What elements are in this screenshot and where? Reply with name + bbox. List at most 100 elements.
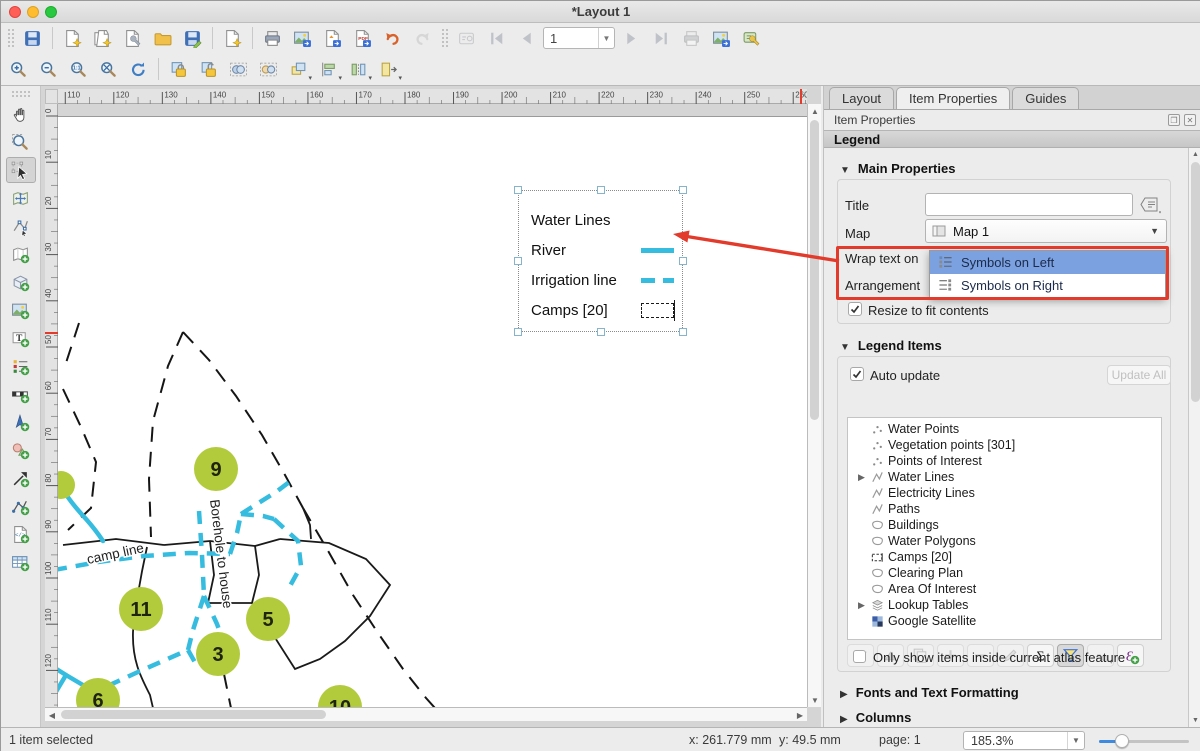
- atlas-page-combo[interactable]: 1▼: [543, 27, 615, 49]
- legend-items-tree[interactable]: Water PointsVegetation points [301]Point…: [847, 417, 1162, 640]
- zoom-full-button[interactable]: [95, 56, 122, 82]
- group-items-button[interactable]: [225, 56, 252, 82]
- canvas-horizontal-scrollbar[interactable]: ◀ ▶: [45, 707, 807, 721]
- selection-handle[interactable]: [514, 186, 522, 194]
- scroll-up-arrow[interactable]: ▲: [808, 104, 822, 118]
- layout-page[interactable]: 91153610 camp lineBorehole to house Wate…: [58, 116, 807, 707]
- add-arrow-button[interactable]: [6, 465, 36, 491]
- float-panel-icon[interactable]: ❐: [1168, 114, 1180, 126]
- layout-manager-button[interactable]: [119, 25, 146, 51]
- legend-tree-item[interactable]: Camps [20]: [848, 549, 1161, 565]
- tab-guides[interactable]: Guides: [1012, 87, 1079, 109]
- atlas-filter-checkbox[interactable]: [853, 650, 866, 663]
- move-item-content-tool-button[interactable]: [6, 185, 36, 211]
- add-html-button[interactable]: </>: [6, 521, 36, 547]
- scroll-right-arrow[interactable]: ▶: [793, 708, 807, 722]
- scroll-down-arrow[interactable]: ▼: [808, 693, 822, 707]
- selection-handle[interactable]: [679, 328, 687, 336]
- canvas-vertical-scrollbar[interactable]: ▲ ▼: [807, 104, 821, 707]
- pan-layout-tool-button[interactable]: [6, 101, 36, 127]
- legend-tree-item[interactable]: Electricity Lines: [848, 485, 1161, 501]
- add-map-button[interactable]: [6, 241, 36, 267]
- new-layout-button[interactable]: [59, 25, 86, 51]
- map-item[interactable]: 91153610 camp lineBorehole to house: [58, 117, 807, 707]
- zoom-slider[interactable]: [1099, 740, 1189, 743]
- zoom-slider-knob[interactable]: [1115, 734, 1129, 748]
- lock-selected-items-button[interactable]: [165, 56, 192, 82]
- legend-items-header[interactable]: ▼Legend Items: [840, 338, 942, 353]
- add-picture-button[interactable]: [6, 297, 36, 323]
- zoom-tool-button[interactable]: [6, 129, 36, 155]
- add-scalebar-button[interactable]: [6, 381, 36, 407]
- legend-tree-item[interactable]: Area Of Interest: [848, 581, 1161, 597]
- add-3d-map-button[interactable]: [6, 269, 36, 295]
- main-properties-header[interactable]: ▼Main Properties: [840, 161, 955, 176]
- zoom-in-button[interactable]: [5, 56, 32, 82]
- zoom-actual-button[interactable]: 1:1: [65, 56, 92, 82]
- export-pdf-button[interactable]: PDF: [349, 25, 376, 51]
- legend-tree-item[interactable]: Paths: [848, 501, 1161, 517]
- save-as-template-button[interactable]: [179, 25, 206, 51]
- expand-arrow-icon[interactable]: ▶: [858, 600, 870, 611]
- close-panel-icon[interactable]: ✕: [1184, 114, 1196, 126]
- map-select-combo[interactable]: Map 1 ▼: [925, 219, 1167, 243]
- expand-arrow-icon[interactable]: ▶: [858, 472, 870, 483]
- refresh-view-button[interactable]: [125, 56, 152, 82]
- tab-layout[interactable]: Layout: [829, 87, 894, 109]
- undo-button[interactable]: [379, 25, 406, 51]
- atlas-settings-button[interactable]: [738, 25, 765, 51]
- save-project-button[interactable]: [19, 25, 46, 51]
- selection-handle[interactable]: [514, 257, 522, 265]
- add-node-item-button[interactable]: [6, 493, 36, 519]
- print-button[interactable]: [259, 25, 286, 51]
- ungroup-items-button[interactable]: [255, 56, 282, 82]
- export-svg-button[interactable]: [319, 25, 346, 51]
- dropdown-option-symbols-on-left[interactable]: Symbols on Left: [930, 251, 1165, 274]
- unlock-all-items-button[interactable]: [195, 56, 222, 82]
- update-all-button[interactable]: Update All: [1107, 365, 1171, 385]
- layout-canvas[interactable]: 1101201301401501601701801902002102202302…: [41, 86, 821, 727]
- raise-selected-items-button[interactable]: ▾: [285, 56, 312, 82]
- legend-tree-item[interactable]: Water Polygons: [848, 533, 1161, 549]
- edit-nodes-item-tool-button[interactable]: [6, 213, 36, 239]
- export-atlas-as-image-button[interactable]: [708, 25, 735, 51]
- legend-tree-item[interactable]: ▶Lookup Tables: [848, 597, 1161, 613]
- distribute-items-button[interactable]: ▾: [345, 56, 372, 82]
- legend-tree-item[interactable]: Buildings: [848, 517, 1161, 533]
- align-selected-items-button[interactable]: ▾: [315, 56, 342, 82]
- legend-item-selected[interactable]: Water Lines RiverIrrigation lineCamps [2…: [518, 190, 683, 332]
- add-attribute-table-button[interactable]: [6, 549, 36, 575]
- legend-tree-item[interactable]: Google Satellite: [848, 613, 1161, 629]
- legend-tree-item[interactable]: Clearing Plan: [848, 565, 1161, 581]
- selection-handle[interactable]: [679, 186, 687, 194]
- legend-tree-item[interactable]: Water Points: [848, 421, 1161, 437]
- legend-tree-item[interactable]: Points of Interest: [848, 453, 1161, 469]
- load-from-template-button[interactable]: [149, 25, 176, 51]
- add-pages-button[interactable]: [219, 25, 246, 51]
- selection-handle[interactable]: [597, 328, 605, 336]
- columns-section-header[interactable]: ▶Columns: [840, 710, 911, 725]
- select-move-item-tool-button[interactable]: [6, 157, 36, 183]
- add-north-arrow-button[interactable]: [6, 409, 36, 435]
- legend-tree-item[interactable]: Vegetation points [301]: [848, 437, 1161, 453]
- panel-scrollbar[interactable]: ▲ ▼: [1188, 148, 1200, 727]
- selection-handle[interactable]: [514, 328, 522, 336]
- dropdown-option-symbols-on-right[interactable]: Symbols on Right: [930, 274, 1165, 297]
- selection-handle[interactable]: [679, 257, 687, 265]
- data-defined-override-button[interactable]: [1138, 193, 1164, 216]
- zoom-level-combo[interactable]: 185.3%▼: [963, 731, 1085, 750]
- legend-tree-item[interactable]: ▶Water Lines: [848, 469, 1161, 485]
- tab-item-properties[interactable]: Item Properties: [896, 87, 1010, 109]
- selection-handle[interactable]: [597, 186, 605, 194]
- duplicate-layout-button[interactable]: [89, 25, 116, 51]
- add-shape-button[interactable]: [6, 437, 36, 463]
- zoom-out-button[interactable]: [35, 56, 62, 82]
- add-label-button[interactable]: T: [6, 325, 36, 351]
- add-legend-button[interactable]: [6, 353, 36, 379]
- auto-update-checkbox[interactable]: [850, 367, 864, 381]
- export-image-button[interactable]: [289, 25, 316, 51]
- legend-title-input[interactable]: [925, 193, 1133, 216]
- fonts-section-header[interactable]: ▶Fonts and Text Formatting: [840, 685, 1019, 700]
- resize-items-button[interactable]: ▾: [375, 56, 402, 82]
- arrangement-dropdown-open[interactable]: Symbols on LeftSymbols on Right: [929, 250, 1166, 298]
